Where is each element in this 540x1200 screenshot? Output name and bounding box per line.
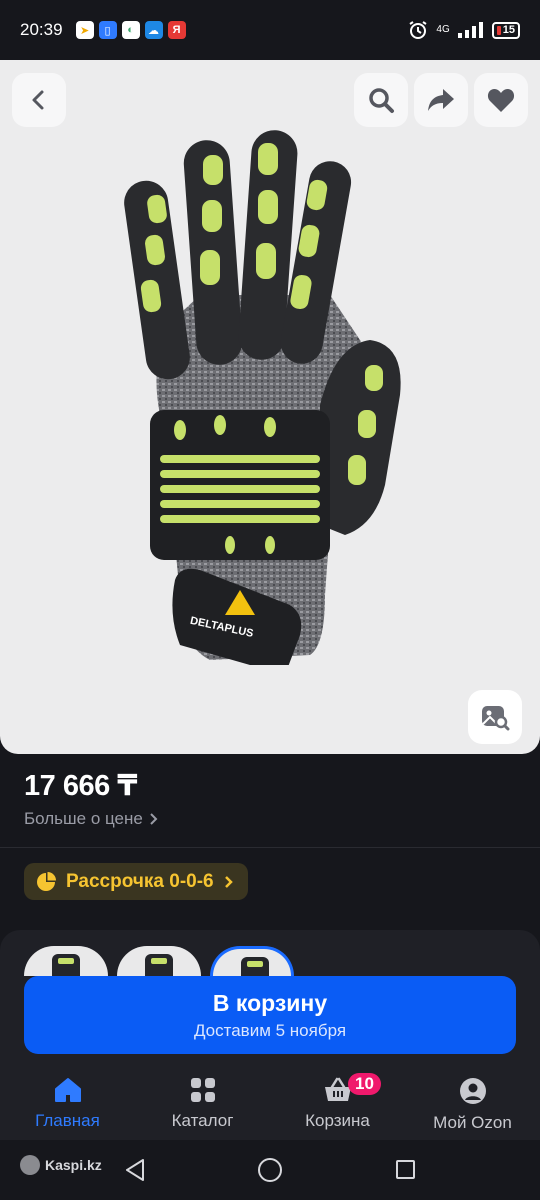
share-arrow-icon: [428, 89, 454, 111]
home-icon: [54, 1078, 81, 1102]
network-type: 4G: [436, 24, 450, 35]
variant-glove-image: [241, 957, 269, 976]
system-navigation-bar: Kaspi.kz: [0, 1140, 540, 1200]
status-bar: 20:39 ➤ ▯ ◐ ☁ Я 4G 15: [0, 0, 540, 60]
kaspi-logo-icon: [20, 1155, 40, 1175]
share-button[interactable]: [414, 73, 468, 127]
cart-count-badge: 10: [348, 1073, 381, 1095]
pie-chart-icon: [37, 871, 56, 891]
chevron-right-icon: [150, 813, 158, 825]
system-back-icon[interactable]: [124, 1158, 146, 1182]
tab-cart[interactable]: 10 Корзина: [270, 1066, 405, 1140]
status-time: 20:39: [20, 20, 63, 39]
more-price-link[interactable]: Больше о цене: [24, 809, 159, 829]
bottom-tab-bar: Главная Каталог 10 Корзина Мой Ozon: [0, 1066, 540, 1140]
search-icon: [369, 88, 394, 113]
image-search-icon: [482, 706, 510, 731]
divider: [0, 847, 540, 848]
product-photo: DELTAPLUS: [124, 130, 401, 665]
product-price: 17 666 ₸: [24, 770, 137, 802]
system-home-icon[interactable]: [258, 1158, 282, 1182]
battery-indicator: 15: [491, 21, 520, 39]
image-search-button[interactable]: [468, 690, 522, 744]
tab-label: Корзина: [305, 1111, 370, 1130]
installment-badge[interactable]: Рассрочка 0-0-6: [24, 863, 248, 900]
battery-level-icon: [496, 25, 501, 35]
add-to-cart-button[interactable]: В корзину Доставим 5 ноября: [24, 976, 516, 1054]
watermark-text: Kaspi.kz: [45, 1157, 102, 1173]
heart-icon: [487, 89, 515, 112]
back-button[interactable]: [12, 73, 66, 127]
installment-label: Рассрочка 0-0-6: [66, 870, 214, 892]
tab-home[interactable]: Главная: [0, 1066, 135, 1140]
chevron-left-icon: [32, 90, 44, 110]
signal-icon: [457, 22, 483, 38]
favorite-button[interactable]: [474, 73, 528, 127]
catalog-icon: [190, 1078, 215, 1102]
kaspi-watermark: Kaspi.kz: [20, 1155, 102, 1175]
cloud-app-icon: ☁: [144, 21, 163, 39]
more-price-label: Больше о цене: [24, 809, 143, 828]
product-image-gallery[interactable]: DELTAPLUS: [0, 60, 540, 754]
tab-label: Мой Ozon: [433, 1113, 512, 1132]
tab-profile[interactable]: Мой Ozon: [405, 1066, 540, 1140]
search-button[interactable]: [354, 73, 408, 127]
profile-icon: [459, 1078, 486, 1104]
tab-catalog[interactable]: Каталог: [135, 1066, 270, 1140]
variant-glove-image: [52, 954, 80, 976]
add-to-cart-label: В корзину: [212, 989, 328, 1016]
tab-label: Каталог: [171, 1111, 234, 1130]
circle-app-icon: ◐: [121, 21, 140, 39]
tab-label: Главная: [35, 1111, 100, 1130]
clipboard-app-icon: ▯: [98, 21, 117, 39]
variant-glove-image: [145, 954, 173, 976]
yandex-app-icon: Я: [167, 21, 186, 39]
chevron-right-icon: [224, 875, 233, 888]
alarm-icon: [409, 21, 427, 39]
delivery-date: Доставим 5 ноября: [193, 1020, 347, 1040]
battery-percent: 15: [502, 24, 515, 36]
system-recents-icon[interactable]: [396, 1160, 415, 1179]
navigation-app-icon: ➤: [75, 21, 94, 39]
